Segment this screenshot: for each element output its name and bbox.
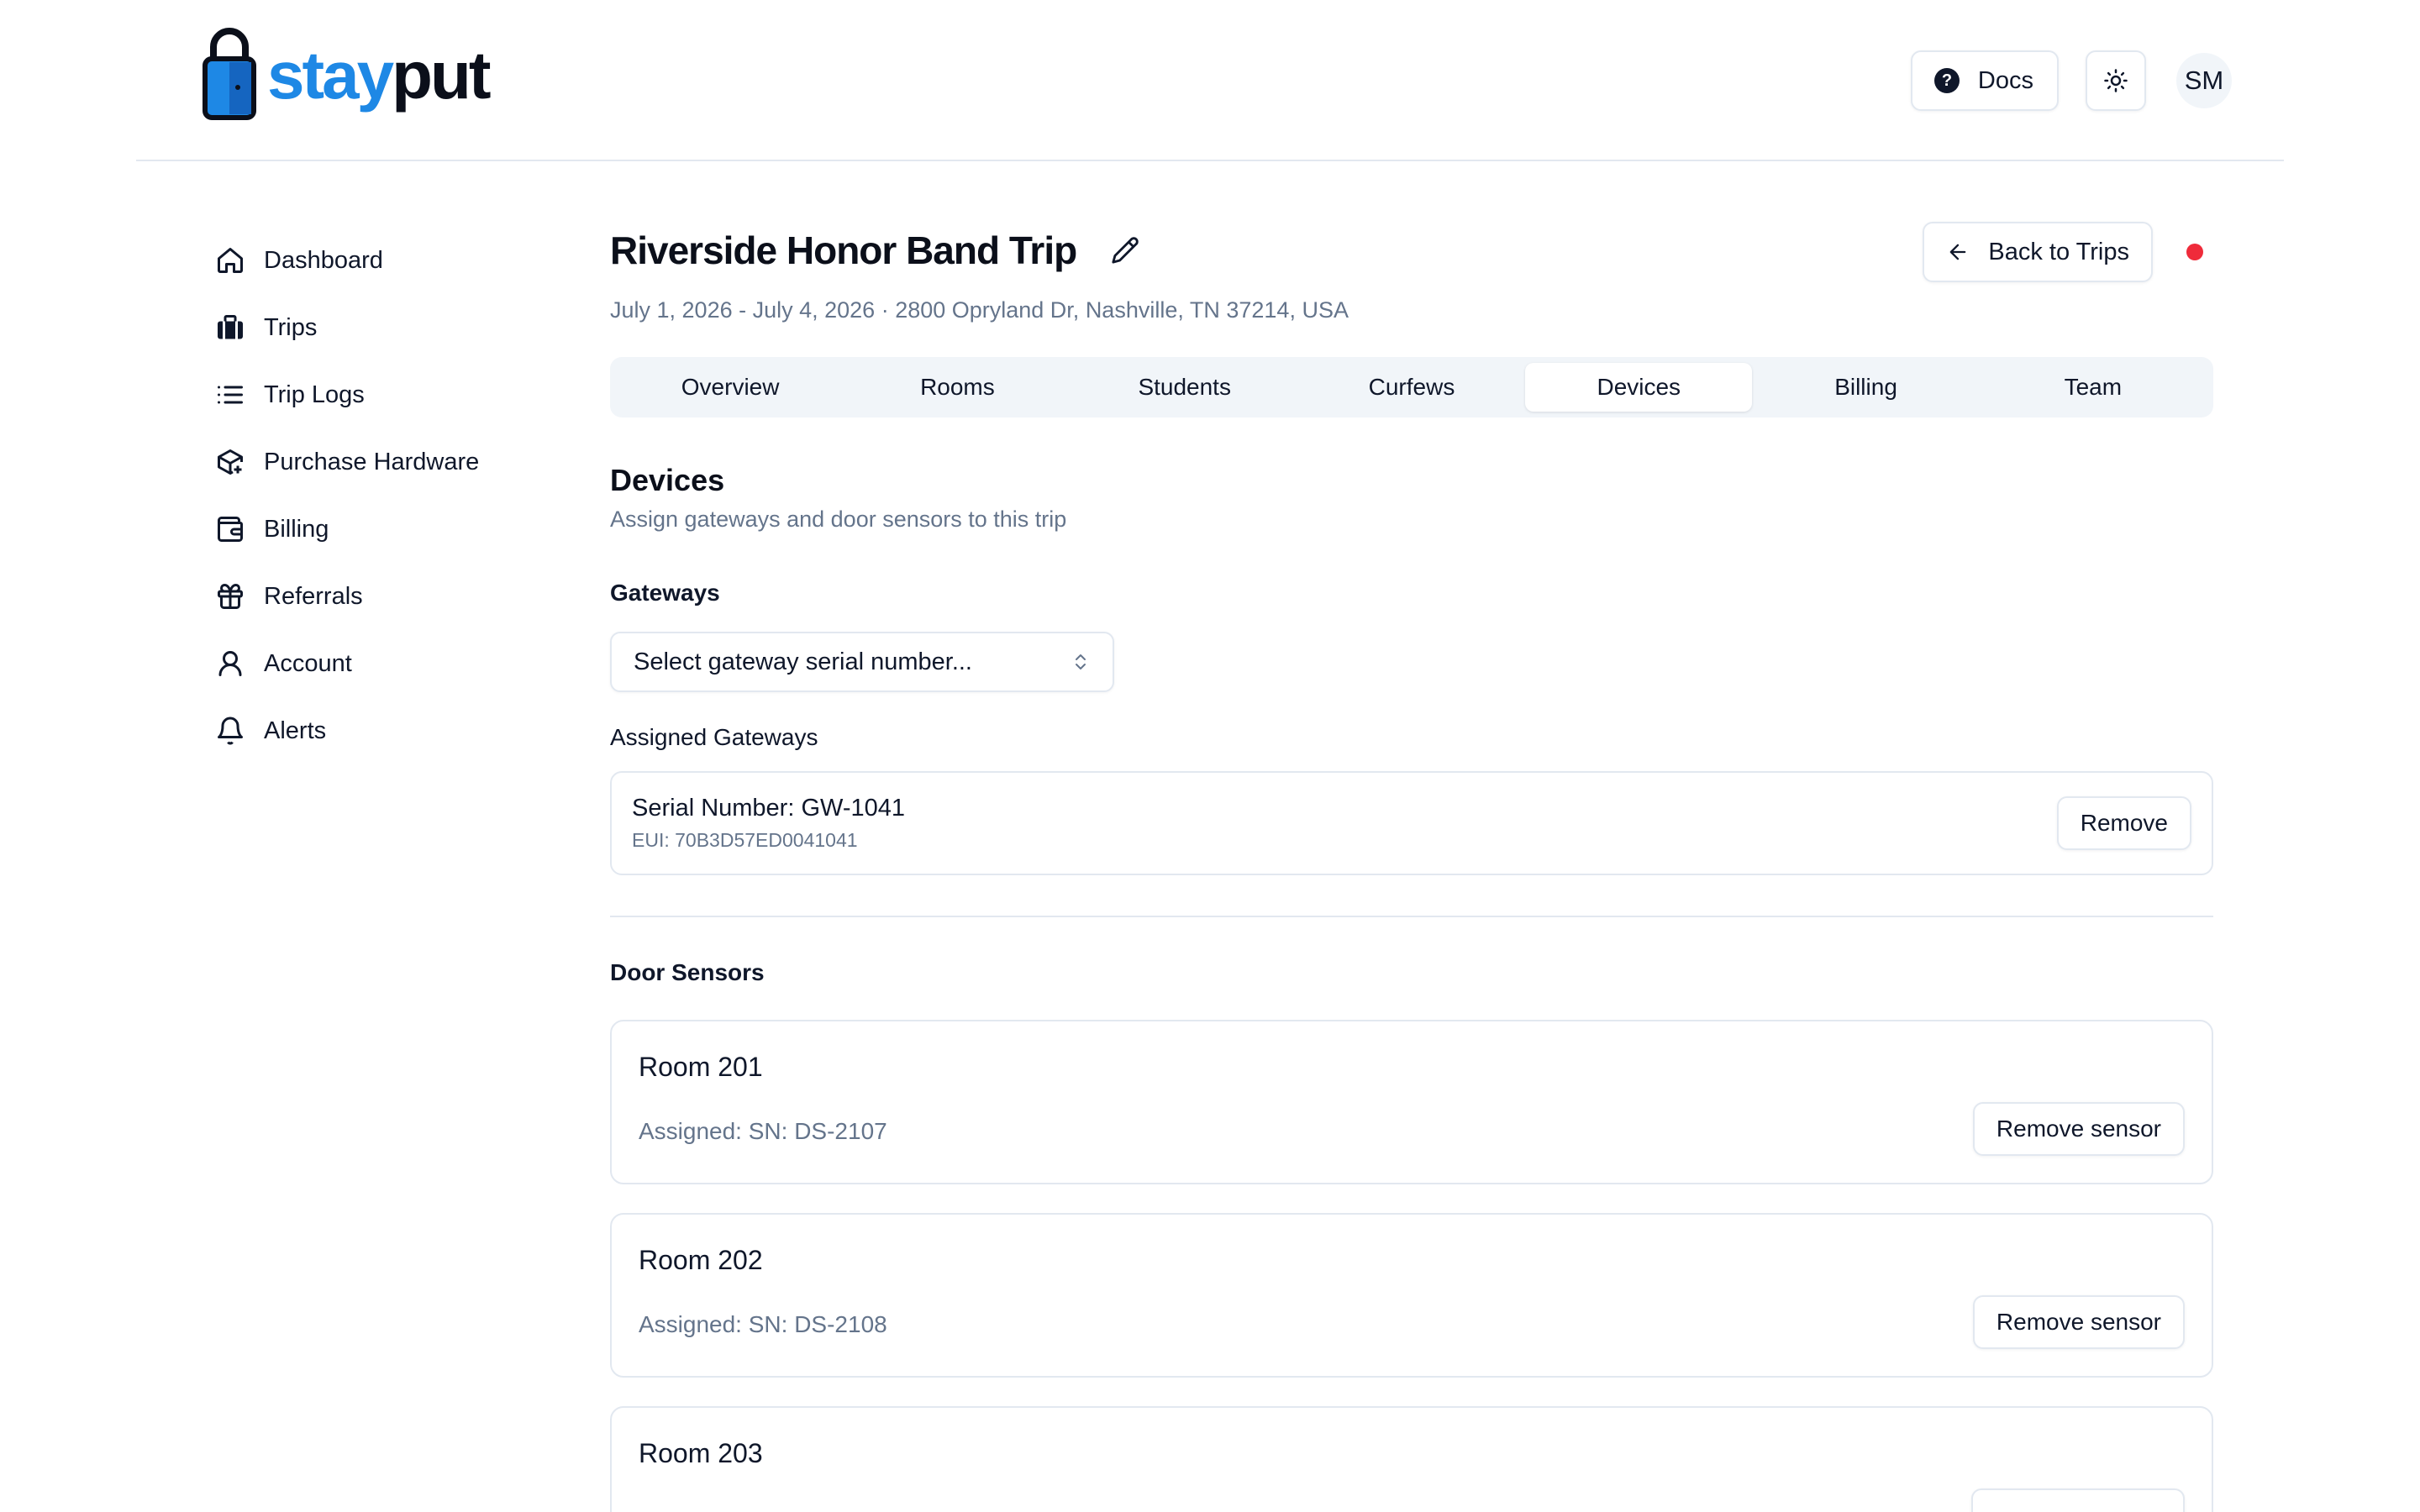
main-content: Riverside Honor Band Trip Back to Trips … <box>610 222 2213 1512</box>
luggage-icon <box>213 311 247 344</box>
gateways-label: Gateways <box>610 580 720 606</box>
sidebar-item-label: Account <box>264 649 352 677</box>
docs-label: Docs <box>1977 66 2033 94</box>
brand-wordmark: stayput <box>267 42 492 109</box>
gateway-select[interactable]: Select gateway serial number... <box>610 632 1114 692</box>
assigned-gateways-label: Assigned Gateways <box>610 724 818 750</box>
tab-billing[interactable]: Billing <box>1752 363 1979 412</box>
devices-heading: Devices <box>610 463 725 497</box>
assigned-gateway-card: Serial Number: GW-1041 EUI: 70B3D57ED004… <box>610 771 2213 875</box>
tab-students[interactable]: Students <box>1071 363 1298 412</box>
package-plus-icon <box>213 445 247 479</box>
back-to-trips-button[interactable]: Back to Trips <box>1923 222 2153 282</box>
chevrons-up-down-icon <box>1076 654 1086 669</box>
sidebar-item-referrals[interactable]: Referrals <box>213 563 566 630</box>
sidebar-item-label: Dashboard <box>264 246 383 274</box>
gateway-eui: EUI: 70B3D57ED0041041 <box>632 829 858 851</box>
room-card-203: Room 203 <box>610 1406 2213 1512</box>
wallet-icon <box>213 512 247 546</box>
room-card-202: Room 202 Assigned: SN: DS-2108 Remove se… <box>610 1213 2213 1378</box>
room-card-201: Room 201 Assigned: SN: DS-2107 Remove se… <box>610 1020 2213 1184</box>
brand-logo[interactable]: stayput <box>202 25 492 121</box>
back-to-trips-label: Back to Trips <box>1988 238 2129 265</box>
tab-overview[interactable]: Overview <box>617 363 844 412</box>
padlock-icon <box>203 28 256 120</box>
sidebar-item-label: Trip Logs <box>264 381 365 408</box>
sidebar-item-trips[interactable]: Trips <box>213 294 566 361</box>
tab-curfews[interactable]: Curfews <box>1298 363 1525 412</box>
user-avatar[interactable]: SM <box>2176 53 2232 108</box>
list-icon <box>213 378 247 412</box>
remove-sensor-button-partial[interactable] <box>1971 1488 2185 1512</box>
remove-gateway-button[interactable]: Remove <box>2056 796 2191 850</box>
brand-name-part2: put <box>392 38 491 113</box>
trip-tabs: Overview Rooms Students Curfews Devices … <box>610 357 2213 417</box>
sidebar-item-billing[interactable]: Billing <box>213 496 566 563</box>
page-title: Riverside Honor Band Trip <box>610 228 1077 272</box>
sidebar-item-label: Trips <box>264 313 318 341</box>
remove-sensor-button[interactable]: Remove sensor <box>1972 1295 2185 1349</box>
user-icon <box>213 647 247 680</box>
brand-name-part1: stay <box>267 38 394 113</box>
sidebar-item-label: Alerts <box>264 717 327 744</box>
bell-icon <box>213 714 247 748</box>
help-circle-icon: ? <box>1933 68 1960 93</box>
room-name: Room 202 <box>639 1245 763 1275</box>
pencil-icon <box>1112 237 1139 264</box>
sidebar-item-label: Referrals <box>264 582 363 610</box>
home-icon <box>213 244 247 277</box>
app-page: stayput ? Docs SM Dashboard Trips Trip L… <box>0 0 2420 1512</box>
gift-icon <box>213 580 247 613</box>
docs-button[interactable]: ? Docs <box>1910 50 2059 111</box>
room-assigned-sensor: Assigned: SN: DS-2108 <box>639 1311 887 1337</box>
section-divider <box>610 916 2213 917</box>
sidebar-item-label: Billing <box>264 515 329 543</box>
sidebar-item-account[interactable]: Account <box>213 630 566 697</box>
header-actions: ? Docs SM <box>1910 50 2232 111</box>
gateway-select-placeholder: Select gateway serial number... <box>634 648 972 675</box>
sidebar-item-purchase-hardware[interactable]: Purchase Hardware <box>213 428 566 496</box>
door-sensors-label: Door Sensors <box>610 959 765 985</box>
devices-description: Assign gateways and door sensors to this… <box>610 507 1067 532</box>
tab-team[interactable]: Team <box>1980 363 2207 412</box>
sun-icon <box>2104 69 2128 92</box>
sidebar-item-label: Purchase Hardware <box>264 448 480 475</box>
tab-devices[interactable]: Devices <box>1525 363 1753 412</box>
tab-rooms[interactable]: Rooms <box>844 363 1071 412</box>
sidebar-item-alerts[interactable]: Alerts <box>213 697 566 764</box>
remove-sensor-button[interactable]: Remove sensor <box>1972 1102 2185 1156</box>
arrow-left-icon <box>1946 240 1970 264</box>
trip-subtitle: July 1, 2026 - July 4, 2026 · 2800 Opryl… <box>610 297 1349 323</box>
theme-toggle-button[interactable] <box>2086 50 2146 111</box>
sidebar-item-trip-logs[interactable]: Trip Logs <box>213 361 566 428</box>
sidebar-item-dashboard[interactable]: Dashboard <box>213 227 566 294</box>
room-name: Room 201 <box>639 1052 763 1082</box>
status-indicator <box>2186 244 2203 260</box>
top-header: stayput ? Docs SM <box>136 0 2284 161</box>
gateway-serial: Serial Number: GW-1041 <box>632 795 906 822</box>
sidebar-nav: Dashboard Trips Trip Logs Purchase Hardw… <box>213 227 566 764</box>
edit-title-button[interactable] <box>1108 234 1142 267</box>
room-assigned-sensor: Assigned: SN: DS-2107 <box>639 1118 887 1144</box>
room-name: Room 203 <box>639 1438 763 1468</box>
